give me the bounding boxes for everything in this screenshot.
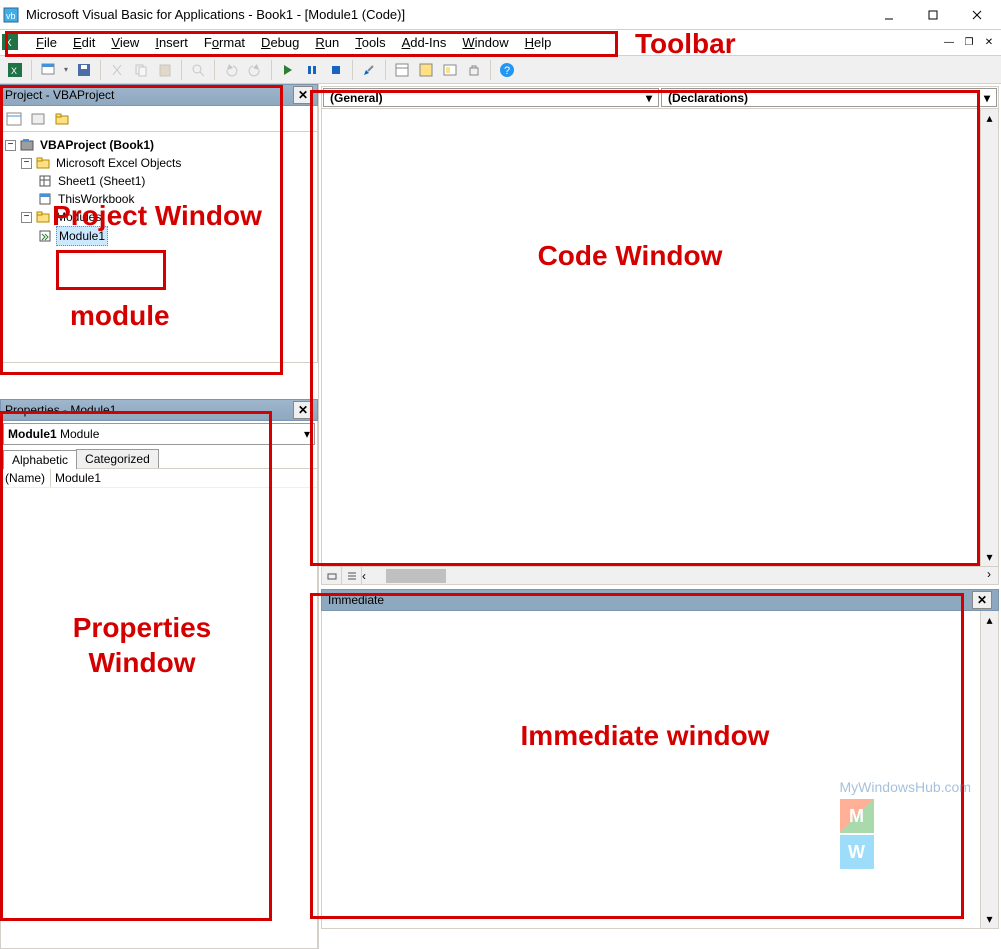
tree-modules[interactable]: Modules xyxy=(54,208,103,226)
tab-alphabetic[interactable]: Alphabetic xyxy=(3,450,77,469)
property-name: (Name) xyxy=(1,469,51,487)
svg-text:?: ? xyxy=(504,65,510,77)
module-icon xyxy=(37,228,53,244)
project-icon xyxy=(19,137,35,153)
window-titlebar: vb Microsoft Visual Basic for Applicatio… xyxy=(0,0,1001,30)
property-row[interactable]: (Name) Module1 xyxy=(1,469,317,488)
mdi-restore-button[interactable]: ❐ xyxy=(961,35,977,51)
immediate-vertical-scrollbar[interactable]: ▴ ▾ xyxy=(980,611,998,928)
view-excel-button[interactable]: X xyxy=(4,59,26,81)
properties-grid[interactable]: (Name) Module1 xyxy=(1,469,317,948)
undo-button[interactable] xyxy=(220,59,242,81)
tree-module1[interactable]: Module1 xyxy=(56,226,108,246)
immediate-title: Immediate xyxy=(328,593,972,607)
immediate-close-button[interactable]: ✕ xyxy=(972,591,992,609)
code-horizontal-scrollbar[interactable]: ‹ xyxy=(362,567,980,584)
mdi-close-button[interactable]: ✕ xyxy=(981,35,997,51)
properties-object-selector[interactable]: Module1 Module ▾ xyxy=(3,423,315,445)
tree-thisworkbook[interactable]: ThisWorkbook xyxy=(56,190,136,208)
paste-button[interactable] xyxy=(154,59,176,81)
menu-window[interactable]: Window xyxy=(454,33,516,52)
properties-panel-close[interactable]: ✕ xyxy=(293,401,313,419)
chevron-down-icon: ▾ xyxy=(304,427,310,441)
code-object-selector[interactable]: (General)▾ xyxy=(323,88,659,107)
scroll-down-icon[interactable]: ▾ xyxy=(981,548,998,566)
immediate-window: Immediate ✕ ▴ ▾ xyxy=(321,589,999,929)
chevron-down-icon: ▾ xyxy=(984,91,990,105)
expand-icon[interactable]: − xyxy=(5,140,16,151)
scroll-up-icon[interactable]: ▴ xyxy=(981,611,998,629)
chevron-down-icon: ▾ xyxy=(646,91,652,105)
workbook-icon xyxy=(37,191,53,207)
toggle-folders-button[interactable] xyxy=(51,108,73,130)
code-editor[interactable] xyxy=(322,109,980,566)
close-button[interactable] xyxy=(955,1,999,29)
reset-button[interactable] xyxy=(325,59,347,81)
minimize-button[interactable] xyxy=(867,1,911,29)
insert-userform-button[interactable] xyxy=(37,59,59,81)
svg-text:X: X xyxy=(5,38,12,49)
property-value[interactable]: Module1 xyxy=(51,469,317,487)
vba-app-icon: vb xyxy=(2,6,20,24)
tree-excel-objects[interactable]: Microsoft Excel Objects xyxy=(54,154,183,172)
properties-window-button[interactable] xyxy=(415,59,437,81)
tab-categorized[interactable]: Categorized xyxy=(76,449,159,468)
maximize-button[interactable] xyxy=(911,1,955,29)
folder-icon xyxy=(35,209,51,225)
menu-help[interactable]: Help xyxy=(517,33,560,52)
procedure-view-button[interactable] xyxy=(322,567,342,585)
menu-edit[interactable]: Edit xyxy=(65,33,103,52)
code-vertical-scrollbar[interactable]: ▴ ▾ xyxy=(980,109,998,566)
excel-icon: X xyxy=(2,34,20,52)
copy-button[interactable] xyxy=(130,59,152,81)
tree-sheet1[interactable]: Sheet1 (Sheet1) xyxy=(56,172,147,190)
menu-tools[interactable]: Tools xyxy=(347,33,393,52)
find-button[interactable] xyxy=(187,59,209,81)
sheet-icon xyxy=(37,173,53,189)
code-window: (General)▾ (Declarations)▾ ▴ ▾ ‹ › xyxy=(321,86,999,585)
menu-view[interactable]: View xyxy=(103,33,147,52)
tree-root[interactable]: VBAProject (Book1) xyxy=(38,136,156,154)
window-title: Microsoft Visual Basic for Applications … xyxy=(26,7,867,22)
expand-icon[interactable]: − xyxy=(21,212,32,223)
run-button[interactable] xyxy=(277,59,299,81)
mdi-minimize-button[interactable]: — xyxy=(941,35,957,51)
menu-file[interactable]: File xyxy=(28,33,65,52)
design-mode-button[interactable] xyxy=(358,59,380,81)
menu-format[interactable]: Format xyxy=(196,33,253,52)
toolbox-button[interactable] xyxy=(463,59,485,81)
immediate-input[interactable] xyxy=(322,611,980,928)
help-button[interactable]: ? xyxy=(496,59,518,81)
scroll-down-icon[interactable]: ▾ xyxy=(981,910,998,928)
project-explorer-button[interactable] xyxy=(391,59,413,81)
menu-addins[interactable]: Add-Ins xyxy=(394,33,455,52)
code-procedure-selector[interactable]: (Declarations)▾ xyxy=(661,88,997,107)
project-panel-close[interactable]: ✕ xyxy=(293,86,313,104)
menubar: X File Edit View Insert Format Debug Run… xyxy=(0,30,1001,56)
redo-button[interactable] xyxy=(244,59,266,81)
properties-panel-title: Properties - Module1 ✕ xyxy=(0,399,318,421)
view-code-button[interactable] xyxy=(3,108,25,130)
project-panel-title: Project - VBAProject ✕ xyxy=(0,84,318,106)
expand-icon[interactable]: − xyxy=(21,158,32,169)
menu-run[interactable]: Run xyxy=(307,33,347,52)
svg-text:X: X xyxy=(11,66,17,76)
insert-dropdown[interactable]: ▾ xyxy=(61,65,71,74)
view-object-button[interactable] xyxy=(27,108,49,130)
project-tree[interactable]: −VBAProject (Book1) −Microsoft Excel Obj… xyxy=(1,132,317,362)
break-button[interactable] xyxy=(301,59,323,81)
full-module-view-button[interactable] xyxy=(342,567,362,585)
menu-debug[interactable]: Debug xyxy=(253,33,307,52)
save-button[interactable] xyxy=(73,59,95,81)
cut-button[interactable] xyxy=(106,59,128,81)
menu-insert[interactable]: Insert xyxy=(147,33,196,52)
svg-text:vb: vb xyxy=(6,11,16,21)
folder-icon xyxy=(35,155,51,171)
scroll-up-icon[interactable]: ▴ xyxy=(981,109,998,127)
object-browser-button[interactable] xyxy=(439,59,461,81)
standard-toolbar: X ▾ ? xyxy=(0,56,1001,84)
